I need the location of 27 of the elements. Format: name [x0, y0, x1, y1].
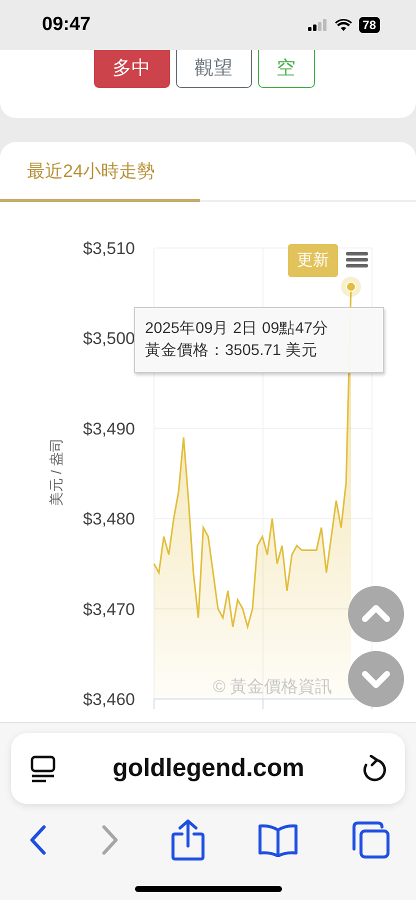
- y-axis-label: $3,480: [83, 510, 135, 529]
- url-text: goldlegend.com: [112, 754, 304, 783]
- tabs-icon[interactable]: [350, 821, 390, 859]
- y-axis-title: 美元 / 盎司: [48, 437, 65, 508]
- y-axis-label: $3,460: [83, 690, 135, 709]
- status-time: 09:47: [42, 14, 91, 36]
- signal-button[interactable]: 空: [258, 50, 314, 88]
- chart-tab[interactable]: 最近24小時走勢: [0, 142, 200, 202]
- address-bar[interactable]: goldlegend.com: [11, 733, 405, 804]
- y-axis-label: $3,500: [83, 329, 135, 348]
- signal-icon: [308, 19, 328, 31]
- share-icon[interactable]: [171, 819, 205, 861]
- signal-button[interactable]: 多中: [94, 50, 170, 88]
- y-axis-label: $3,510: [83, 239, 135, 258]
- bookmarks-icon[interactable]: [256, 823, 298, 857]
- signal-button[interactable]: 觀望: [176, 50, 252, 88]
- wifi-icon: [334, 19, 352, 31]
- page-menu-icon[interactable]: [30, 754, 56, 782]
- battery-level: 78: [358, 17, 380, 33]
- back-icon[interactable]: [28, 824, 48, 856]
- reload-icon[interactable]: [361, 754, 387, 782]
- tooltip-price: 黃金價格：3505.71 美元: [145, 340, 318, 361]
- menu-icon[interactable]: [346, 252, 368, 268]
- y-axis-label: $3,490: [83, 419, 135, 438]
- tooltip-date: 2025年09月 2日 09點47分: [145, 319, 330, 339]
- point-marker: [341, 276, 361, 297]
- y-axis-label: $3,470: [83, 600, 135, 619]
